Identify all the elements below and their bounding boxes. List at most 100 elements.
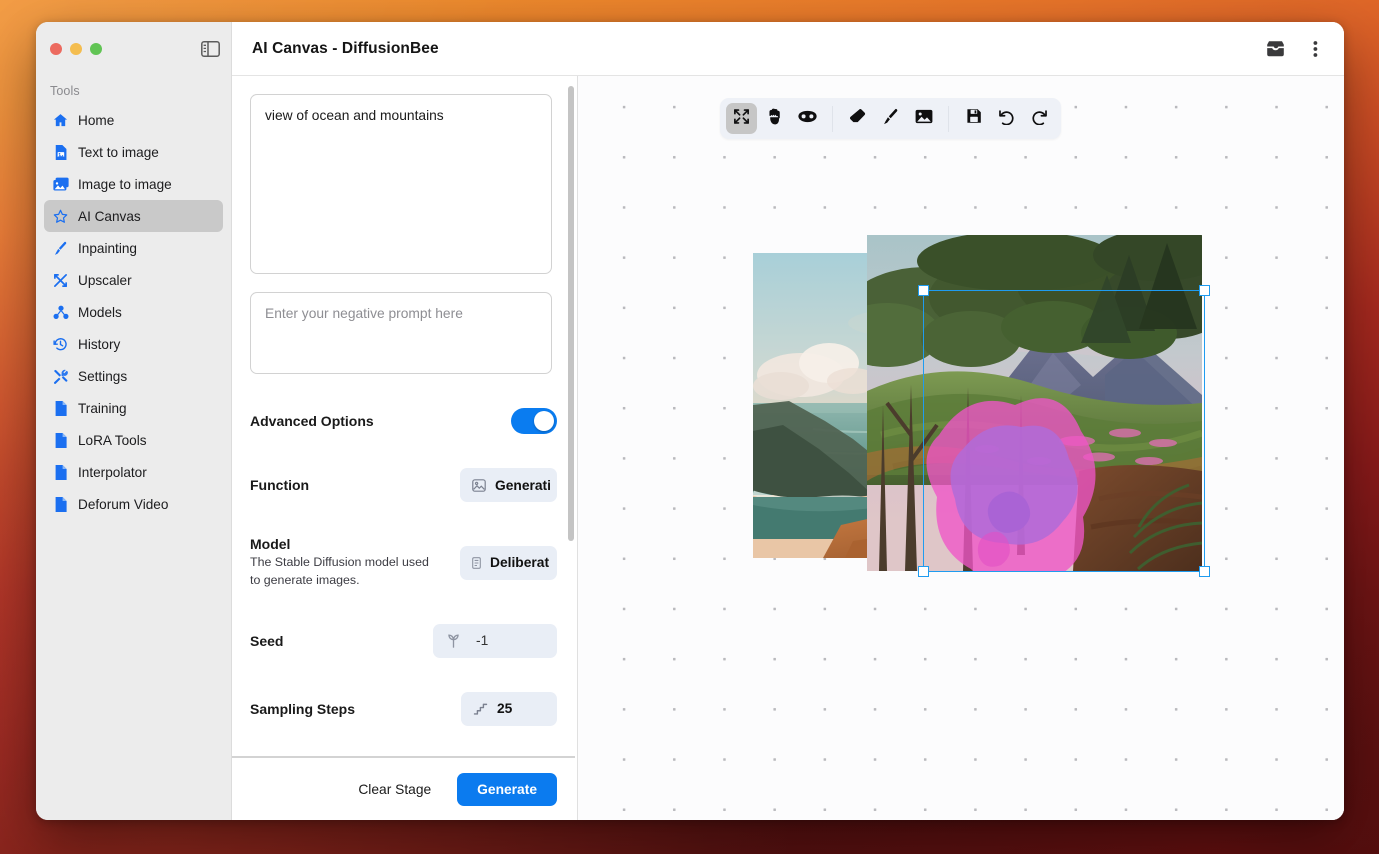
seed-row: Seed -1 xyxy=(250,624,557,658)
function-row: Function Generati xyxy=(250,468,557,502)
maximize-window-button[interactable] xyxy=(90,43,102,55)
panel-footer: Clear Stage Generate xyxy=(232,758,577,820)
model-description: The Stable Diffusion model used to gener… xyxy=(250,554,430,590)
sidebar-item-models[interactable]: Models xyxy=(44,296,223,328)
traffic-lights xyxy=(50,43,102,55)
image-to-image-icon xyxy=(52,176,69,193)
panel-scrollbar[interactable] xyxy=(568,86,574,541)
advanced-options-toggle[interactable] xyxy=(511,408,557,434)
close-window-button[interactable] xyxy=(50,43,62,55)
settings-icon xyxy=(52,368,69,385)
sidebar-item-label: Image to image xyxy=(78,177,172,192)
inbox-icon[interactable] xyxy=(1264,38,1286,60)
sidebar-titlebar xyxy=(36,22,231,76)
content-row: Advanced Options Function Generati xyxy=(232,76,1344,820)
sidebar-item-history[interactable]: History xyxy=(44,328,223,360)
brush-tool[interactable] xyxy=(875,103,906,134)
sampling-steps-label: Sampling Steps xyxy=(250,701,355,717)
function-select[interactable]: Generati xyxy=(460,468,557,502)
sidebar-item-inpainting[interactable]: Inpainting xyxy=(44,232,223,264)
clear-stage-button[interactable]: Clear Stage xyxy=(348,774,441,805)
sidebar-item-ai-canvas[interactable]: AI Canvas xyxy=(44,200,223,232)
model-label: Model xyxy=(250,536,430,552)
sampling-steps-value: 25 xyxy=(497,701,512,716)
star-icon xyxy=(52,208,69,225)
sidebar-item-image-to-image[interactable]: Image to image xyxy=(44,168,223,200)
model-label-group: Model The Stable Diffusion model used to… xyxy=(250,536,430,590)
sidebar-toggle-icon[interactable] xyxy=(199,40,221,59)
more-vertical-icon[interactable] xyxy=(1304,38,1326,60)
move-resize-tool[interactable] xyxy=(726,103,757,134)
selection-box[interactable] xyxy=(923,290,1205,572)
sidebar-item-label: Upscaler xyxy=(78,273,132,288)
settings-scroll-area: Advanced Options Function Generati xyxy=(232,76,577,758)
document-icon xyxy=(52,464,69,481)
toolbar-divider xyxy=(832,106,833,132)
eraser-icon xyxy=(849,108,866,130)
image-function-icon xyxy=(472,479,486,492)
titlebar-actions xyxy=(1264,38,1326,60)
redo-icon xyxy=(1031,108,1048,130)
model-chip-icon xyxy=(472,557,481,569)
sampling-steps-row: Sampling Steps 25 xyxy=(250,692,557,726)
paintbrush-icon xyxy=(882,108,899,130)
sidebar-item-upscaler[interactable]: Upscaler xyxy=(44,264,223,296)
sidebar-nav: Home Text to image Image to image AI Can… xyxy=(36,104,231,520)
model-select[interactable]: Deliberat xyxy=(460,546,557,580)
negative-prompt-input[interactable] xyxy=(250,292,552,374)
diffusion-accordion[interactable]: Diffusion + xyxy=(232,756,575,758)
sidebar-item-label: Inpainting xyxy=(78,241,137,256)
eraser-tool[interactable] xyxy=(842,103,873,134)
minimize-window-button[interactable] xyxy=(70,43,82,55)
resize-handle-top-right[interactable] xyxy=(1199,285,1210,296)
sidebar-item-label: History xyxy=(78,337,120,352)
undo-tool[interactable] xyxy=(991,103,1022,134)
sidebar-item-training[interactable]: Training xyxy=(44,392,223,424)
advanced-options-row: Advanced Options xyxy=(250,408,557,434)
mask-tool[interactable] xyxy=(792,103,823,134)
sidebar-item-label: Interpolator xyxy=(78,465,147,480)
resize-handle-top-left[interactable] xyxy=(918,285,929,296)
brush-icon xyxy=(52,240,69,257)
sidebar-item-interpolator[interactable]: Interpolator xyxy=(44,456,223,488)
canvas-area[interactable] xyxy=(578,76,1344,820)
sidebar-item-label: Models xyxy=(78,305,122,320)
resize-handle-bottom-left[interactable] xyxy=(918,566,929,577)
main-area: AI Canvas - DiffusionBee Advanced xyxy=(232,22,1344,820)
upscaler-icon xyxy=(52,272,69,289)
resize-handle-bottom-right[interactable] xyxy=(1199,566,1210,577)
tool-group-paint xyxy=(842,103,939,134)
sidebar-item-lora-tools[interactable]: LoRA Tools xyxy=(44,424,223,456)
prompt-input[interactable] xyxy=(250,94,552,274)
sidebar-item-label: AI Canvas xyxy=(78,209,141,224)
sidebar-item-label: Text to image xyxy=(78,145,159,160)
expand-arrows-icon xyxy=(733,108,750,130)
canvas-toolbar xyxy=(720,98,1061,139)
generate-button[interactable]: Generate xyxy=(457,773,557,806)
app-window: Tools Home Text to image Image to image xyxy=(36,22,1344,820)
mask-icon xyxy=(798,110,817,128)
floppy-save-icon xyxy=(966,108,982,129)
undo-icon xyxy=(998,108,1015,130)
toggle-knob xyxy=(534,411,554,431)
image-tool[interactable] xyxy=(908,103,939,134)
save-tool[interactable] xyxy=(958,103,989,134)
document-icon xyxy=(52,432,69,449)
sidebar-item-home[interactable]: Home xyxy=(44,104,223,136)
home-icon xyxy=(52,112,69,129)
sidebar-section-label: Tools xyxy=(36,76,231,104)
function-label: Function xyxy=(250,477,309,493)
sidebar-item-text-to-image[interactable]: Text to image xyxy=(44,136,223,168)
seedling-icon xyxy=(445,632,462,649)
redo-tool[interactable] xyxy=(1024,103,1055,134)
seed-label: Seed xyxy=(250,633,283,649)
sampling-steps-input[interactable]: 25 xyxy=(461,692,557,726)
pan-tool[interactable] xyxy=(759,103,790,134)
sidebar-item-settings[interactable]: Settings xyxy=(44,360,223,392)
seed-value: -1 xyxy=(476,633,488,648)
titlebar: AI Canvas - DiffusionBee xyxy=(232,22,1344,76)
tool-group-transform xyxy=(726,103,823,134)
seed-input[interactable]: -1 xyxy=(433,624,557,658)
sidebar-item-deforum-video[interactable]: Deforum Video xyxy=(44,488,223,520)
models-icon xyxy=(52,304,69,321)
